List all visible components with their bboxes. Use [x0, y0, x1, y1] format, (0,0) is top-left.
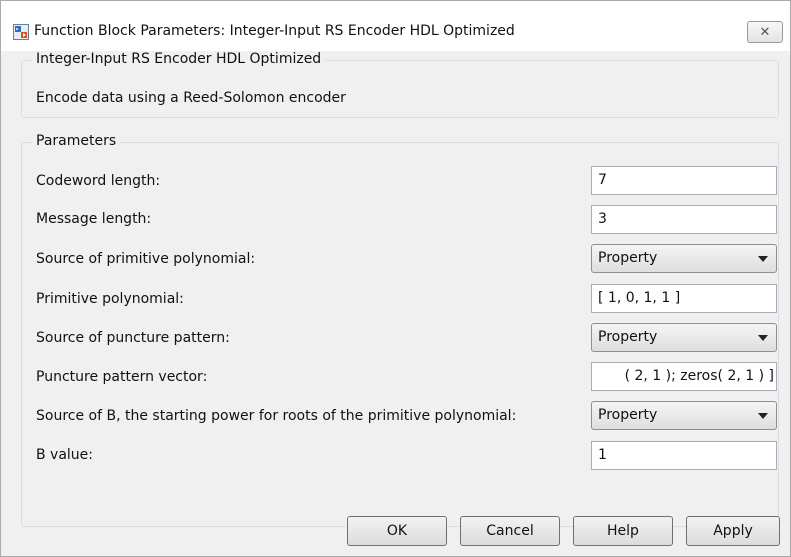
dropdown-arrow-icon [758, 413, 768, 419]
puncture-vector-field[interactable]: ( 2, 1 ); zeros( 2, 1 ) ] [591, 362, 777, 391]
close-icon: ✕ [759, 24, 771, 40]
primitive-poly-field[interactable]: [ 1, 0, 1, 1 ] [591, 284, 777, 313]
primitive-poly-source-select[interactable]: Property [591, 244, 777, 273]
block-description: Encode data using a Reed-Solomon encoder [36, 90, 346, 106]
codeword-length-field[interactable]: 7 [591, 166, 777, 195]
help-button[interactable]: Help [573, 516, 673, 546]
puncture-source-select[interactable]: Property [591, 323, 777, 352]
simulink-block-icon [13, 24, 29, 40]
b-value-label: B value: [36, 447, 94, 463]
puncture-source-label: Source of puncture pattern: [36, 330, 230, 346]
title-bar[interactable]: Function Block Parameters: Integer-Input… [1, 1, 790, 51]
codeword-length-label: Codeword length: [36, 173, 161, 189]
ok-button[interactable]: OK [347, 516, 447, 546]
dropdown-arrow-icon [758, 256, 768, 262]
dropdown-arrow-icon [758, 335, 768, 341]
window-title: Function Block Parameters: Integer-Input… [34, 23, 515, 39]
parameters-group-label: Parameters [32, 133, 121, 149]
b-source-label: Source of B, the starting power for root… [36, 408, 517, 424]
apply-button[interactable]: Apply [686, 516, 780, 546]
dialog-window: Function Block Parameters: Integer-Input… [0, 0, 791, 557]
block-description-group [21, 60, 779, 118]
message-length-label: Message length: [36, 211, 152, 227]
dialog-content: Integer-Input RS Encoder HDL Optimized E… [1, 51, 790, 556]
puncture-source-value: Property [598, 329, 658, 345]
close-button[interactable]: ✕ [747, 21, 783, 43]
primitive-poly-source-value: Property [598, 250, 658, 266]
b-value-field[interactable]: 1 [591, 441, 777, 470]
message-length-field[interactable]: 3 [591, 205, 777, 234]
b-source-select[interactable]: Property [591, 401, 777, 430]
cancel-button[interactable]: Cancel [460, 516, 560, 546]
puncture-vector-label: Puncture pattern vector: [36, 369, 208, 385]
b-source-value: Property [598, 407, 658, 423]
block-name-label: Integer-Input RS Encoder HDL Optimized [32, 51, 326, 67]
primitive-poly-label: Primitive polynomial: [36, 291, 184, 307]
primitive-poly-source-label: Source of primitive polynomial: [36, 251, 256, 267]
